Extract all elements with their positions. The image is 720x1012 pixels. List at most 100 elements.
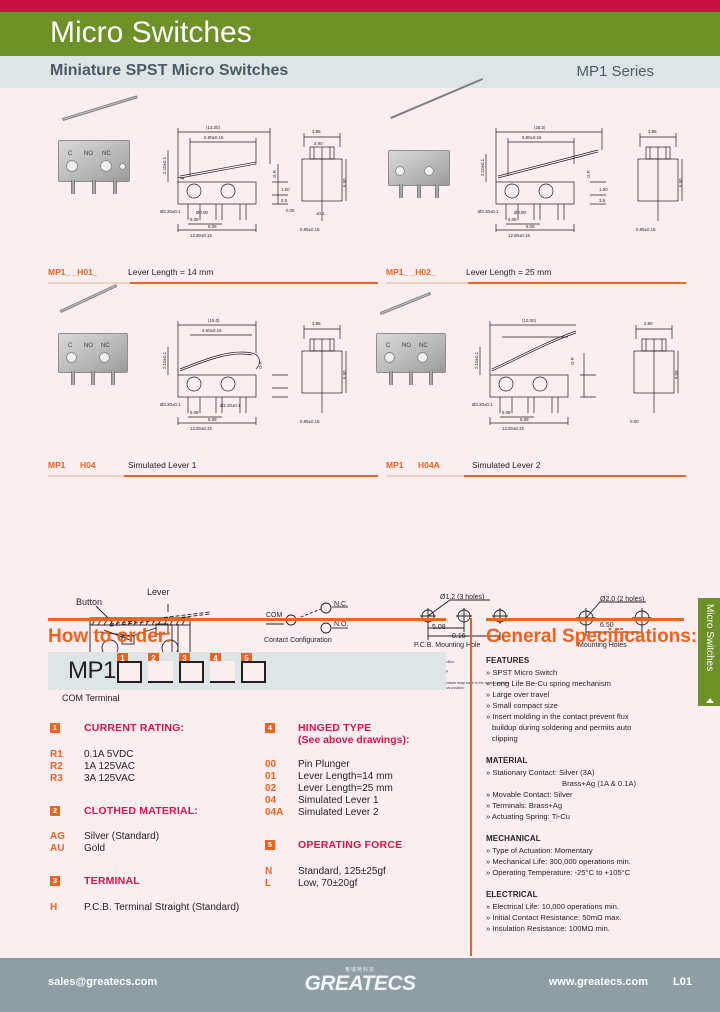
order-code-prefix: MP1 — [68, 657, 116, 684]
svg-text:5.80±0.15: 5.80±0.15 — [522, 135, 542, 140]
schematic-label-button: Button — [76, 597, 103, 607]
svg-text:1.50: 1.50 — [281, 187, 290, 192]
svg-text:5.80±0.15: 5.80±0.15 — [204, 135, 224, 140]
option-code: AG — [50, 831, 65, 842]
terminal-hole-c — [66, 352, 77, 363]
mount-hole-right — [119, 163, 126, 170]
svg-text:Ø2.20±0.1: Ø2.20±0.1 — [478, 209, 499, 214]
order-group-number-4: 4 — [265, 723, 275, 733]
svg-text:Ø2.20±0.1: Ø2.20±0.1 — [160, 209, 181, 214]
order-input-box-2[interactable] — [148, 661, 173, 683]
option-code: R3 — [50, 773, 63, 784]
order-input-box-4[interactable] — [210, 661, 235, 683]
svg-text:5.08: 5.08 — [208, 224, 217, 229]
column-divider — [470, 618, 472, 956]
option-code: 01 — [265, 771, 277, 782]
caption-h01: MP1_ _H01_ Lever Length = 14 mm — [48, 267, 378, 284]
mounting-hole-diameter: Ø2.0 (2 holes) — [600, 596, 645, 603]
caption-desc: Simulated Lever 2 — [472, 460, 541, 470]
subtitle: Miniature SPST Micro Switches — [50, 62, 289, 79]
terminal-label-nc: NC — [102, 151, 111, 157]
spec-line: » SPST Micro Switch — [486, 668, 558, 677]
technical-drawing-h04a-front: (12.00) 2.10±0.1 O.P. Ø2.20±0.1 5.08 5.0… — [472, 318, 596, 431]
order-input-box-3[interactable] — [179, 661, 204, 683]
spec-header-features: FEATURES — [486, 656, 530, 665]
option-code: H — [50, 902, 58, 913]
caption-code: MP1 — [48, 460, 66, 470]
technical-drawing-h01-front: (14.00) 5.80±0.15 2.10±0.1 O.P. 1.50 3.5… — [160, 125, 295, 238]
technical-drawing-h04a-side: 2.90 5.08 0.50 — [630, 321, 679, 424]
how-to-order-rule — [48, 618, 446, 621]
datasheet-page: Micro Switches Miniature SPST Micro Swit… — [0, 0, 720, 1012]
option-code: 04 — [265, 795, 277, 806]
footer-email[interactable]: sales@greatecs.com — [48, 976, 157, 988]
svg-text:6.50: 6.50 — [342, 178, 347, 187]
option-text: Simulated Lever 1 — [298, 795, 379, 806]
order-input-box-5[interactable] — [241, 661, 266, 683]
top-red-bar — [0, 0, 720, 12]
footer-page-number: L01 — [673, 976, 692, 988]
spec-header-electrical: ELECTRICAL — [486, 890, 538, 899]
terminal-label-no: NO — [402, 343, 411, 349]
product-photo-h02 — [388, 78, 484, 198]
pin — [71, 180, 75, 194]
order-group-number-1: 1 — [50, 723, 60, 733]
option-text: Silver (Standard) — [84, 831, 160, 842]
option-text: Gold — [84, 843, 106, 854]
svg-text:0.50: 0.50 — [630, 419, 639, 424]
svg-text:3.60±0.15: 3.60±0.15 — [202, 328, 222, 333]
option-text: Lever Length=25 mm — [298, 783, 393, 794]
svg-text:5.08: 5.08 — [190, 410, 199, 415]
svg-text:Ø2.20±0.1: Ø2.20±0.1 — [220, 403, 241, 408]
pin — [91, 371, 95, 385]
svg-text:5.08: 5.08 — [520, 417, 529, 422]
option-code: 00 — [265, 759, 277, 770]
product-photo-h01: C NO NC — [58, 95, 138, 194]
spec-line-cont: buildup during soldering and permits aut… — [492, 723, 632, 732]
caption-desc: Lever Length = 25 mm — [466, 267, 552, 277]
svg-text:5.08: 5.08 — [674, 370, 679, 379]
svg-text:Ø0.90: Ø0.90 — [514, 210, 527, 215]
pin-group — [59, 180, 129, 194]
spec-line-indent: Brass+Ag (1A & 0.1A) — [562, 779, 637, 788]
technical-drawing-h04-side: 3.85 6.50 5.85±0.15 — [300, 321, 347, 424]
pin — [113, 180, 117, 194]
order-group-title-2: CLOTHED MATERIAL: — [84, 805, 199, 817]
terminal-hole-c — [384, 352, 395, 363]
caption-code2: H04A — [418, 460, 440, 470]
technical-drawing-h02-side: 3.85 6.50 5.85±0.15 — [636, 129, 683, 232]
svg-text:1.50: 1.50 — [599, 187, 608, 192]
pin — [71, 371, 75, 385]
company-logo: 格瑞特科技 GREATECS — [304, 966, 416, 995]
option-text: 3A 125VAC — [84, 773, 135, 784]
caption-desc: Lever Length = 14 mm — [128, 267, 214, 277]
option-code: 04A — [265, 807, 284, 818]
simulated-lever-arm — [59, 284, 118, 313]
svg-text:3.85: 3.85 — [312, 129, 321, 134]
spec-line: » Insulation Resistance: 100MΩ min. — [486, 924, 610, 933]
pin — [389, 371, 393, 385]
product-photo-h04a: C NO NC — [376, 291, 446, 385]
bottom-section: How to order: MP1 1 2 3 4 5 1 CURRENT RA… — [0, 618, 720, 958]
pin — [417, 184, 421, 198]
lever-arm — [62, 95, 138, 121]
svg-text:±0.1: ±0.1 — [316, 211, 325, 216]
svg-text:(12.00): (12.00) — [522, 318, 536, 323]
svg-text:3.5: 3.5 — [599, 198, 606, 203]
pin — [435, 184, 439, 198]
spec-line-cont: clipping — [492, 734, 518, 743]
option-code: AU — [50, 843, 65, 854]
terminal-label-c: C — [68, 343, 73, 349]
order-input-box-1[interactable] — [117, 661, 142, 683]
spec-line: » Operating Temperature: -25°C to +105°C — [486, 868, 631, 877]
option-text: 0.1A 5VDC — [84, 749, 134, 760]
option-text: Low, 70±20gf — [298, 878, 358, 889]
svg-text:12.80±0.15: 12.80±0.15 — [502, 426, 525, 431]
technical-drawing-h02-front: (25.0) 5.80±0.15 2.10±0.1 O.P. 1.50 3.5 … — [478, 125, 608, 238]
option-text: P.C.B. Terminal Straight (Standard) — [84, 902, 240, 913]
pin-group — [389, 184, 449, 198]
order-code-builder: MP1 1 2 3 4 5 — [48, 652, 446, 690]
footer-website[interactable]: www.greatecs.com — [549, 976, 648, 988]
option-code: N — [265, 866, 273, 877]
spec-line: » Large over travel — [486, 690, 550, 699]
